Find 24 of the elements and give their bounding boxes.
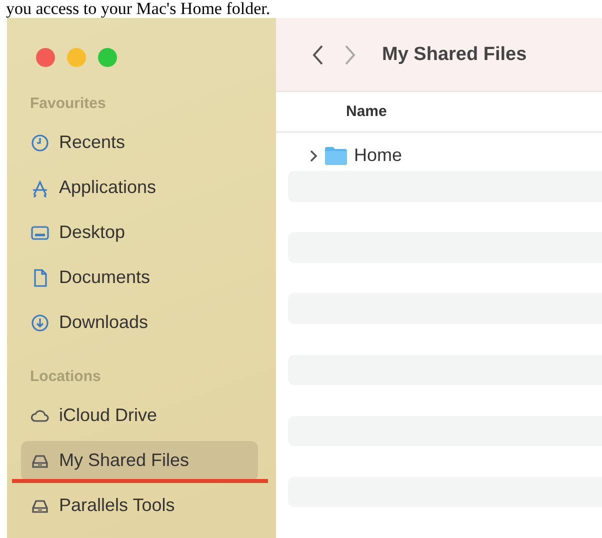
- sidebar-item[interactable]: Applications: [21, 168, 258, 208]
- zoom-button[interactable]: [98, 48, 117, 67]
- minimize-button[interactable]: [67, 48, 86, 67]
- download-icon: [30, 312, 50, 332]
- sidebar-item[interactable]: iCloud Drive: [21, 396, 258, 436]
- sidebar-heading: Locations: [29, 366, 102, 386]
- clock-icon: [30, 132, 50, 152]
- sidebar-item[interactable]: Downloads: [21, 302, 258, 342]
- column-header[interactable]: Name: [346, 103, 387, 120]
- folder-icon: [324, 146, 348, 166]
- close-button[interactable]: [36, 48, 55, 67]
- pencil-ruler-icon: [30, 178, 50, 198]
- sidebar-item[interactable]: Recents: [21, 122, 258, 162]
- forward-icon[interactable]: [344, 44, 356, 66]
- caption-text: you access to your Mac's Home folder.: [5, 0, 272, 18]
- file-name[interactable]: Home: [354, 145, 402, 166]
- sidebar-heading: Favourites: [29, 94, 107, 114]
- window-title: My Shared Files: [382, 44, 527, 66]
- chevron-icon[interactable]: [308, 148, 318, 163]
- sidebar-item[interactable]: My Shared Files: [21, 440, 258, 480]
- sidebar-item[interactable]: Desktop: [21, 212, 258, 252]
- back-icon[interactable]: [312, 44, 324, 66]
- sidebar-item[interactable]: Parallels Tools: [21, 486, 258, 526]
- sidebar-item[interactable]: Documents: [21, 258, 258, 298]
